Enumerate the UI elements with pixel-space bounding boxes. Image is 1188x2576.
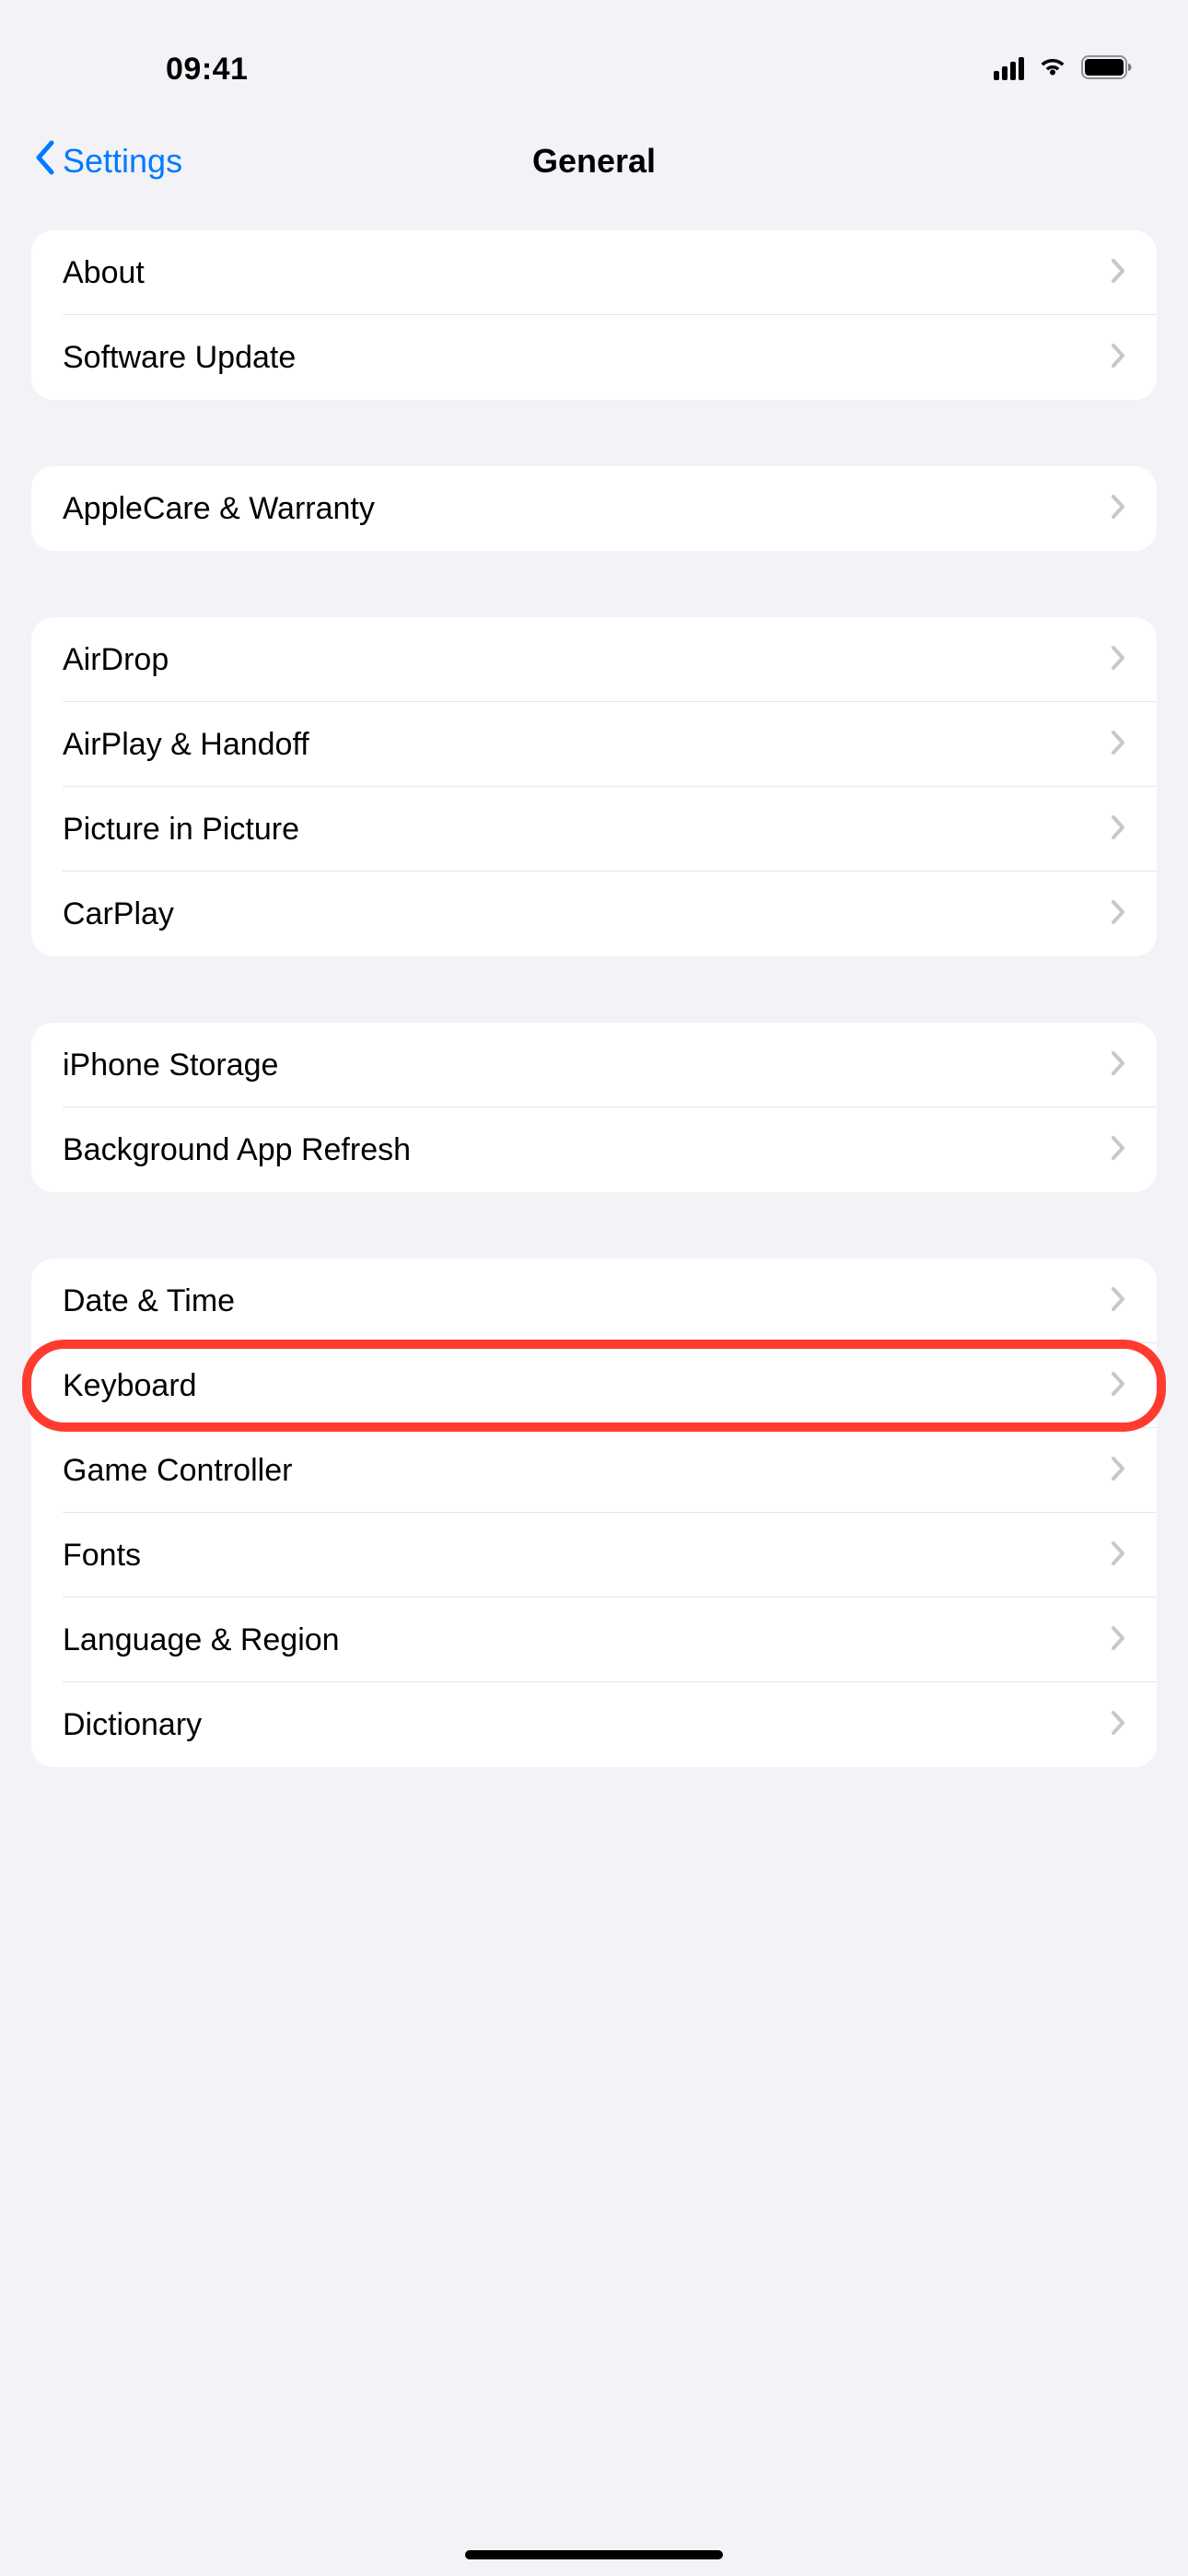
navigation-bar: Settings General [0,111,1188,212]
row-label: Dictionary [63,1707,202,1743]
row-label: AirPlay & Handoff [63,727,309,763]
row-date-time[interactable]: Date & Time [31,1259,1157,1343]
page-title: General [532,142,656,181]
row-background-app-refresh[interactable]: Background App Refresh [31,1107,1157,1192]
chevron-right-icon [1111,730,1125,760]
row-airplay-handoff[interactable]: AirPlay & Handoff [31,702,1157,787]
row-label: Keyboard [63,1368,197,1404]
row-label: CarPlay [63,896,174,932]
chevron-right-icon [1111,1050,1125,1081]
settings-group: AppleCare & Warranty [31,466,1157,551]
status-icons [994,55,1133,84]
wifi-icon [1037,55,1068,84]
settings-group: iPhone Storage Background App Refresh [31,1023,1157,1192]
chevron-left-icon [33,139,55,184]
settings-content: About Software Update AppleCare & Warranty… [0,212,1188,1767]
row-label: Date & Time [63,1283,235,1319]
chevron-right-icon [1111,899,1125,930]
chevron-right-icon [1111,814,1125,845]
row-game-controller[interactable]: Game Controller [31,1428,1157,1513]
status-time: 09:41 [55,52,248,88]
chevron-right-icon [1111,1710,1125,1740]
row-label: Background App Refresh [63,1132,411,1168]
row-fonts[interactable]: Fonts [31,1513,1157,1598]
row-airdrop[interactable]: AirDrop [31,617,1157,702]
row-label: iPhone Storage [63,1048,278,1083]
row-label: Software Update [63,340,296,376]
row-software-update[interactable]: Software Update [31,315,1157,400]
settings-group: About Software Update [31,230,1157,400]
row-carplay[interactable]: CarPlay [31,872,1157,956]
battery-icon [1081,55,1133,84]
row-label: AppleCare & Warranty [63,491,375,527]
chevron-right-icon [1111,1625,1125,1656]
chevron-right-icon [1111,645,1125,675]
row-iphone-storage[interactable]: iPhone Storage [31,1023,1157,1107]
row-picture-in-picture[interactable]: Picture in Picture [31,787,1157,872]
chevron-right-icon [1111,1286,1125,1317]
home-indicator[interactable] [465,2550,723,2559]
back-button[interactable]: Settings [33,139,182,184]
chevron-right-icon [1111,494,1125,524]
row-language-region[interactable]: Language & Region [31,1598,1157,1682]
row-keyboard[interactable]: Keyboard [31,1343,1157,1428]
settings-group: Date & Time Keyboard Game Controller Fonts L… [31,1259,1157,1767]
row-label: About [63,255,145,291]
row-about[interactable]: About [31,230,1157,315]
chevron-right-icon [1111,1135,1125,1165]
status-bar: 09:41 [0,0,1188,111]
row-label: Language & Region [63,1622,340,1658]
chevron-right-icon [1111,1456,1125,1486]
settings-group: AirDrop AirPlay & Handoff Picture in Pictu… [31,617,1157,956]
cellular-icon [994,58,1024,80]
back-label: Settings [63,142,182,181]
chevron-right-icon [1111,343,1125,373]
chevron-right-icon [1111,258,1125,288]
row-label: Fonts [63,1538,141,1574]
chevron-right-icon [1111,1540,1125,1571]
row-dictionary[interactable]: Dictionary [31,1682,1157,1767]
chevron-right-icon [1111,1371,1125,1401]
row-label: Picture in Picture [63,812,299,848]
row-label: Game Controller [63,1453,292,1489]
row-applecare-warranty[interactable]: AppleCare & Warranty [31,466,1157,551]
row-label: AirDrop [63,642,169,678]
